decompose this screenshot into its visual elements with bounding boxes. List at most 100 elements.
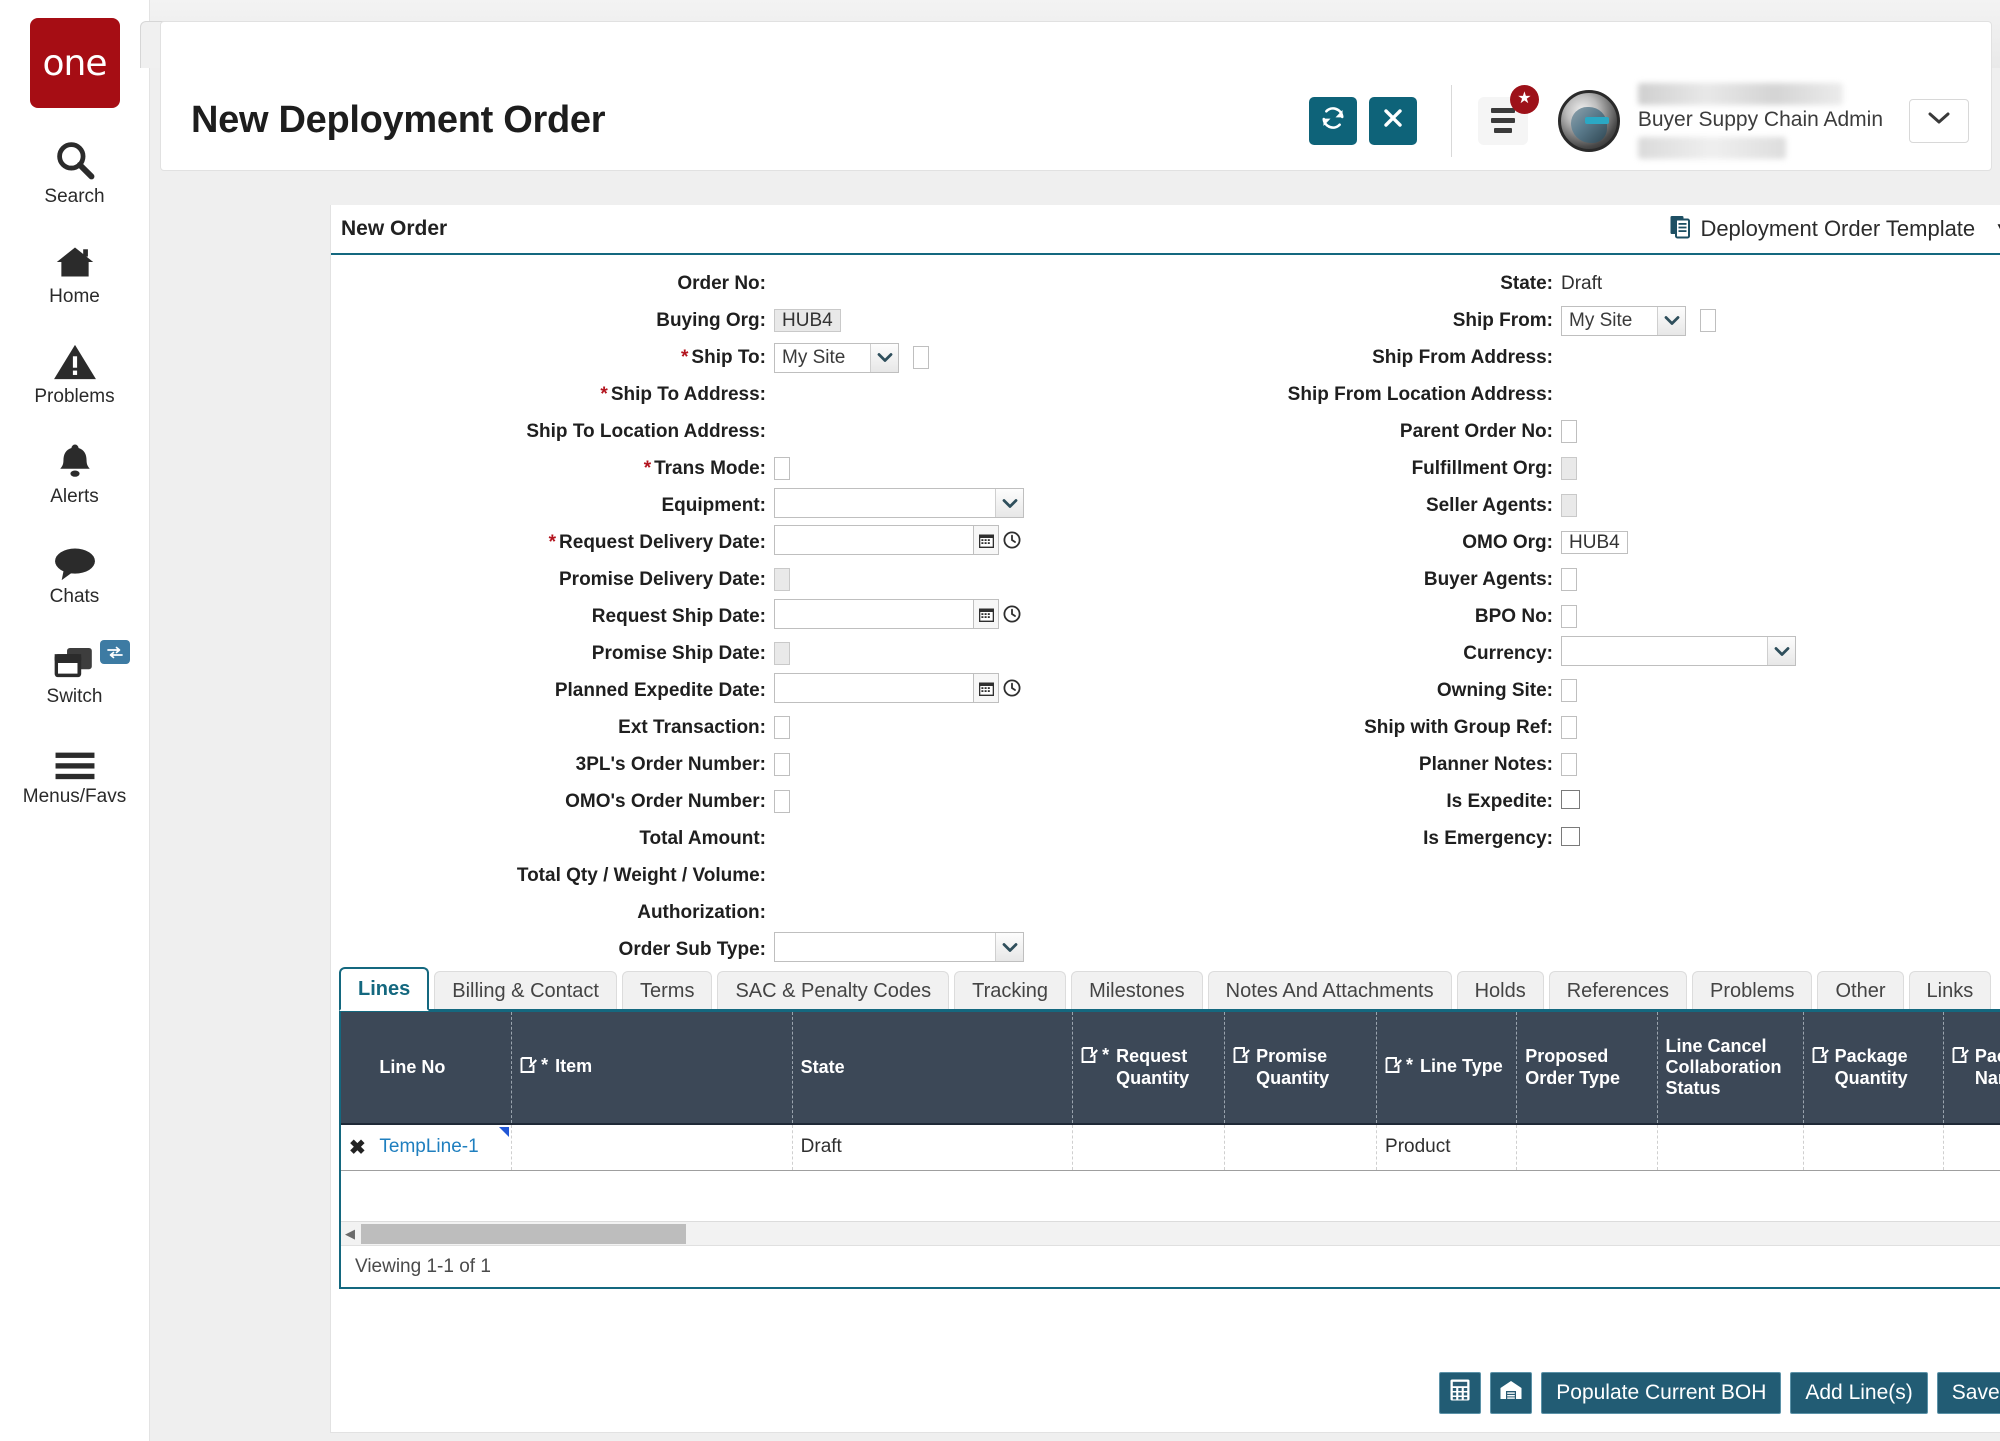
promise-quantity-cell[interactable] [1224,1124,1378,1171]
delete-x-icon[interactable]: ✖ [349,1137,366,1159]
state-cell[interactable]: Draft [792,1124,1074,1171]
date-time-field[interactable] [774,599,1025,629]
dropdown-value[interactable] [774,932,1024,962]
refresh-button[interactable] [1308,96,1357,145]
line-no-cell[interactable]: TempLine-1 [371,1124,513,1171]
one-network-logo[interactable]: one [29,18,120,108]
horizontal-scrollbar[interactable]: ◀ ▶ [341,1221,2000,1245]
chevron-down-icon[interactable] [995,489,1023,517]
tab-holds[interactable]: Holds [1456,971,1544,1011]
column-header[interactable]: Proposed Order Type [1516,1012,1658,1125]
switch-toggle-badge[interactable] [99,640,130,664]
tab-tracking[interactable]: Tracking [954,971,1067,1011]
text-input[interactable] [1561,604,1577,628]
chevron-left-icon[interactable]: ◀ [341,1226,359,1242]
dropdown[interactable]: My Site [774,342,899,373]
tab-milestones[interactable]: Milestones [1071,971,1203,1011]
dropdown[interactable]: My Site [1561,305,1686,336]
calculator-button[interactable] [1439,1372,1482,1414]
request-quantity-cell[interactable] [1072,1124,1226,1171]
chevron-down-icon[interactable] [1767,637,1795,665]
text-input[interactable] [1561,678,1577,702]
column-header[interactable]: Line Cancel Collaboration Status [1657,1012,1804,1125]
line-cancel-status-cell[interactable] [1657,1124,1804,1171]
dropdown[interactable] [774,932,1024,962]
package-name-cell[interactable] [1943,1124,2000,1171]
lookup-input[interactable] [1700,308,1716,332]
column-header[interactable]: * Item [511,1012,793,1125]
text-input[interactable] [774,567,790,591]
tab-sac-penalty-codes[interactable]: SAC & Penalty Codes [717,971,950,1011]
date-input[interactable] [774,673,974,703]
date-input[interactable] [774,525,974,555]
column-header[interactable]: Package Name [1943,1012,2000,1125]
text-input[interactable] [1561,752,1577,776]
avatar[interactable] [1557,89,1620,152]
column-header[interactable]: Line No [371,1012,513,1125]
text-input[interactable] [1561,419,1577,443]
dropdown[interactable] [1561,636,1796,666]
scrollbar-track[interactable] [359,1223,2000,1245]
calendar-icon[interactable] [974,673,999,703]
clock-icon[interactable] [999,673,1025,703]
column-header[interactable]: Package Quantity [1803,1012,1944,1125]
text-input[interactable] [1561,567,1577,591]
text-input[interactable] [1561,715,1577,739]
deployment-order-template-dropdown[interactable]: Deployment Order Template ▼ [1669,214,2000,245]
date-input[interactable] [774,599,974,629]
close-button[interactable] [1368,96,1417,145]
dropdown[interactable] [774,488,1024,518]
warehouse-button[interactable] [1490,1372,1533,1414]
text-input[interactable]: HUB4 [1561,530,1628,554]
column-header[interactable]: State [792,1012,1074,1125]
date-time-field[interactable] [774,673,1025,703]
text-input[interactable] [774,789,790,813]
column-header[interactable]: * Request Quantity [1072,1012,1226,1125]
column-header[interactable]: * Line Type [1376,1012,1518,1125]
checkbox[interactable] [1561,789,1580,809]
dropdown-value[interactable] [1561,636,1796,666]
sidebar-item-chats[interactable]: Chats [0,536,150,608]
text-input[interactable] [1561,456,1577,480]
tab-lines[interactable]: Lines [339,967,430,1011]
text-input[interactable] [774,641,790,665]
dropdown-value[interactable] [774,488,1024,518]
save-button[interactable]: Save [1936,1372,2000,1414]
tab-other[interactable]: Other [1817,971,1904,1011]
item-cell[interactable] [511,1124,793,1171]
text-input[interactable] [774,715,790,739]
sidebar-item-alerts[interactable]: Alerts [0,436,150,508]
text-input[interactable]: HUB4 [774,308,841,332]
tab-links[interactable]: Links [1908,971,1992,1011]
cell-value[interactable]: TempLine-1 [379,1136,478,1157]
calendar-icon[interactable] [974,525,999,555]
checkbox[interactable] [1561,826,1580,846]
sidebar-item-problems[interactable]: Problems [0,336,150,408]
package-quantity-cell[interactable] [1803,1124,1944,1171]
text-input[interactable] [774,456,790,480]
sidebar-item-switch[interactable]: Switch [0,636,150,708]
date-time-field[interactable] [774,525,1025,555]
line-type-cell[interactable]: Product [1376,1124,1518,1171]
tab-billing-contact[interactable]: Billing & Contact [434,971,617,1011]
chevron-down-icon[interactable] [995,933,1023,961]
table-row[interactable]: ✖ TempLine-1 Draft Product [341,1124,2000,1171]
calendar-icon[interactable] [974,599,999,629]
tab-references[interactable]: References [1548,971,1687,1011]
chevron-down-icon[interactable] [870,343,898,372]
tab-terms[interactable]: Terms [622,971,713,1011]
sidebar-item-search[interactable]: Search [0,136,150,208]
clock-icon[interactable] [999,599,1025,629]
chevron-down-icon[interactable] [1657,306,1685,335]
sidebar-item-menus-favs[interactable]: Menus/Favs [0,736,150,808]
add-line-s-button[interactable]: Add Line(s) [1790,1372,1928,1414]
proposed-order-type-cell[interactable] [1516,1124,1658,1171]
delete-row-cell[interactable]: ✖ [341,1124,372,1171]
populate-current-boh-button[interactable]: Populate Current BOH [1541,1372,1782,1414]
app-menu-button[interactable]: ★ [1477,84,1539,145]
text-input[interactable] [774,752,790,776]
user-menu-button[interactable] [1909,98,1969,143]
column-header[interactable]: Promise Quantity [1224,1012,1378,1125]
tab-notes-and-attachments[interactable]: Notes And Attachments [1207,971,1452,1011]
clock-icon[interactable] [999,525,1025,555]
